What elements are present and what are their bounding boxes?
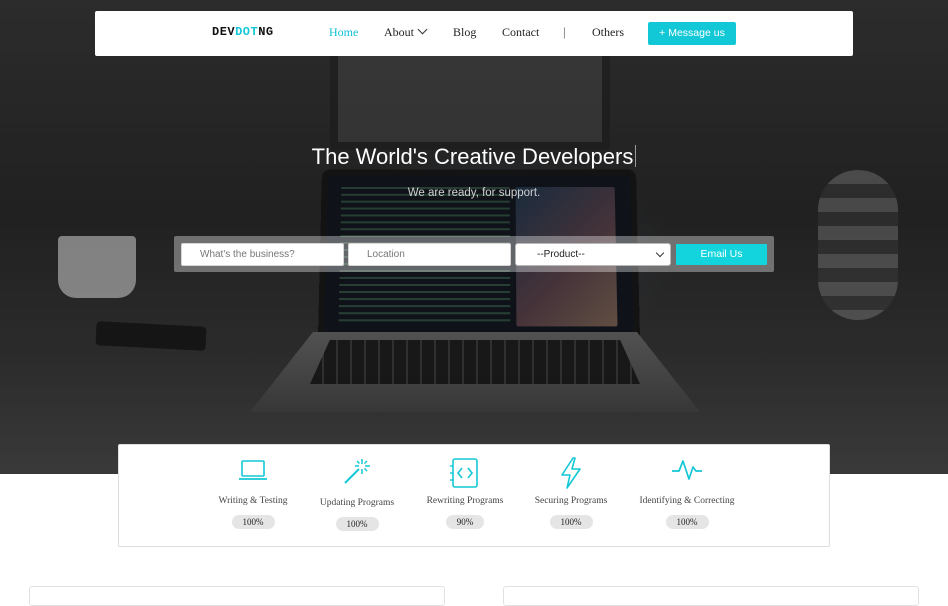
content-card <box>29 586 445 606</box>
navbar: DEVDOTNG Home About Blog Contact | Other… <box>95 11 853 56</box>
email-us-button[interactable]: Email Us <box>676 244 767 265</box>
feature-item: Securing Programs 100% <box>531 457 611 530</box>
feature-label: Securing Programs <box>534 496 608 506</box>
hero-title: The World's Creative Developers <box>0 144 948 170</box>
chevron-down-icon <box>417 24 428 35</box>
nav-about[interactable]: About <box>384 24 428 40</box>
feature-item: Updating Programs 100% <box>315 457 399 532</box>
feature-label: Updating Programs <box>319 498 395 508</box>
feature-percent-badge: 100% <box>335 517 379 531</box>
feature-percent-badge: 100% <box>231 515 275 529</box>
feature-item: Identifying & Correcting 100% <box>637 457 737 530</box>
brand-logo[interactable]: DEVDOTNG <box>212 25 274 39</box>
feature-percent-badge: 100% <box>665 515 709 529</box>
feature-label: Rewriting Programs <box>426 496 504 506</box>
product-select[interactable]: --Product-- <box>515 243 671 266</box>
pulse-icon <box>672 460 702 480</box>
typing-cursor <box>635 145 637 167</box>
feature-label: Identifying & Correcting <box>639 496 735 506</box>
business-input[interactable] <box>181 243 344 266</box>
nav-home[interactable]: Home <box>329 25 358 40</box>
features-card: Writing & Testing 100% Updating Programs… <box>118 444 830 547</box>
hero-subtitle: We are ready, for support. <box>407 187 541 199</box>
chevron-down-icon <box>655 248 665 258</box>
nav-contact[interactable]: Contact <box>502 25 539 40</box>
lightning-icon <box>561 457 581 489</box>
feature-item: Rewriting Programs 90% <box>423 457 507 530</box>
code-file-icon <box>450 458 478 488</box>
location-input[interactable] <box>348 243 511 266</box>
hero-section: The World's Creative Developers We are r… <box>0 0 948 474</box>
product-select-value: --Product-- <box>537 249 585 260</box>
feature-percent-badge: 100% <box>549 515 593 529</box>
feature-label: Writing & Testing <box>218 496 288 506</box>
feature-percent-badge: 90% <box>445 515 485 529</box>
nav-separator: | <box>563 24 566 39</box>
content-card <box>503 586 919 606</box>
feature-item: Writing & Testing 100% <box>213 457 293 530</box>
nav-others[interactable]: Others <box>592 25 624 40</box>
message-us-button[interactable]: + Message us <box>648 22 736 45</box>
laptop-icon <box>239 460 267 480</box>
nav-blog[interactable]: Blog <box>453 25 476 40</box>
magic-wand-icon <box>344 459 370 484</box>
search-bar: --Product-- Email Us <box>174 236 774 272</box>
